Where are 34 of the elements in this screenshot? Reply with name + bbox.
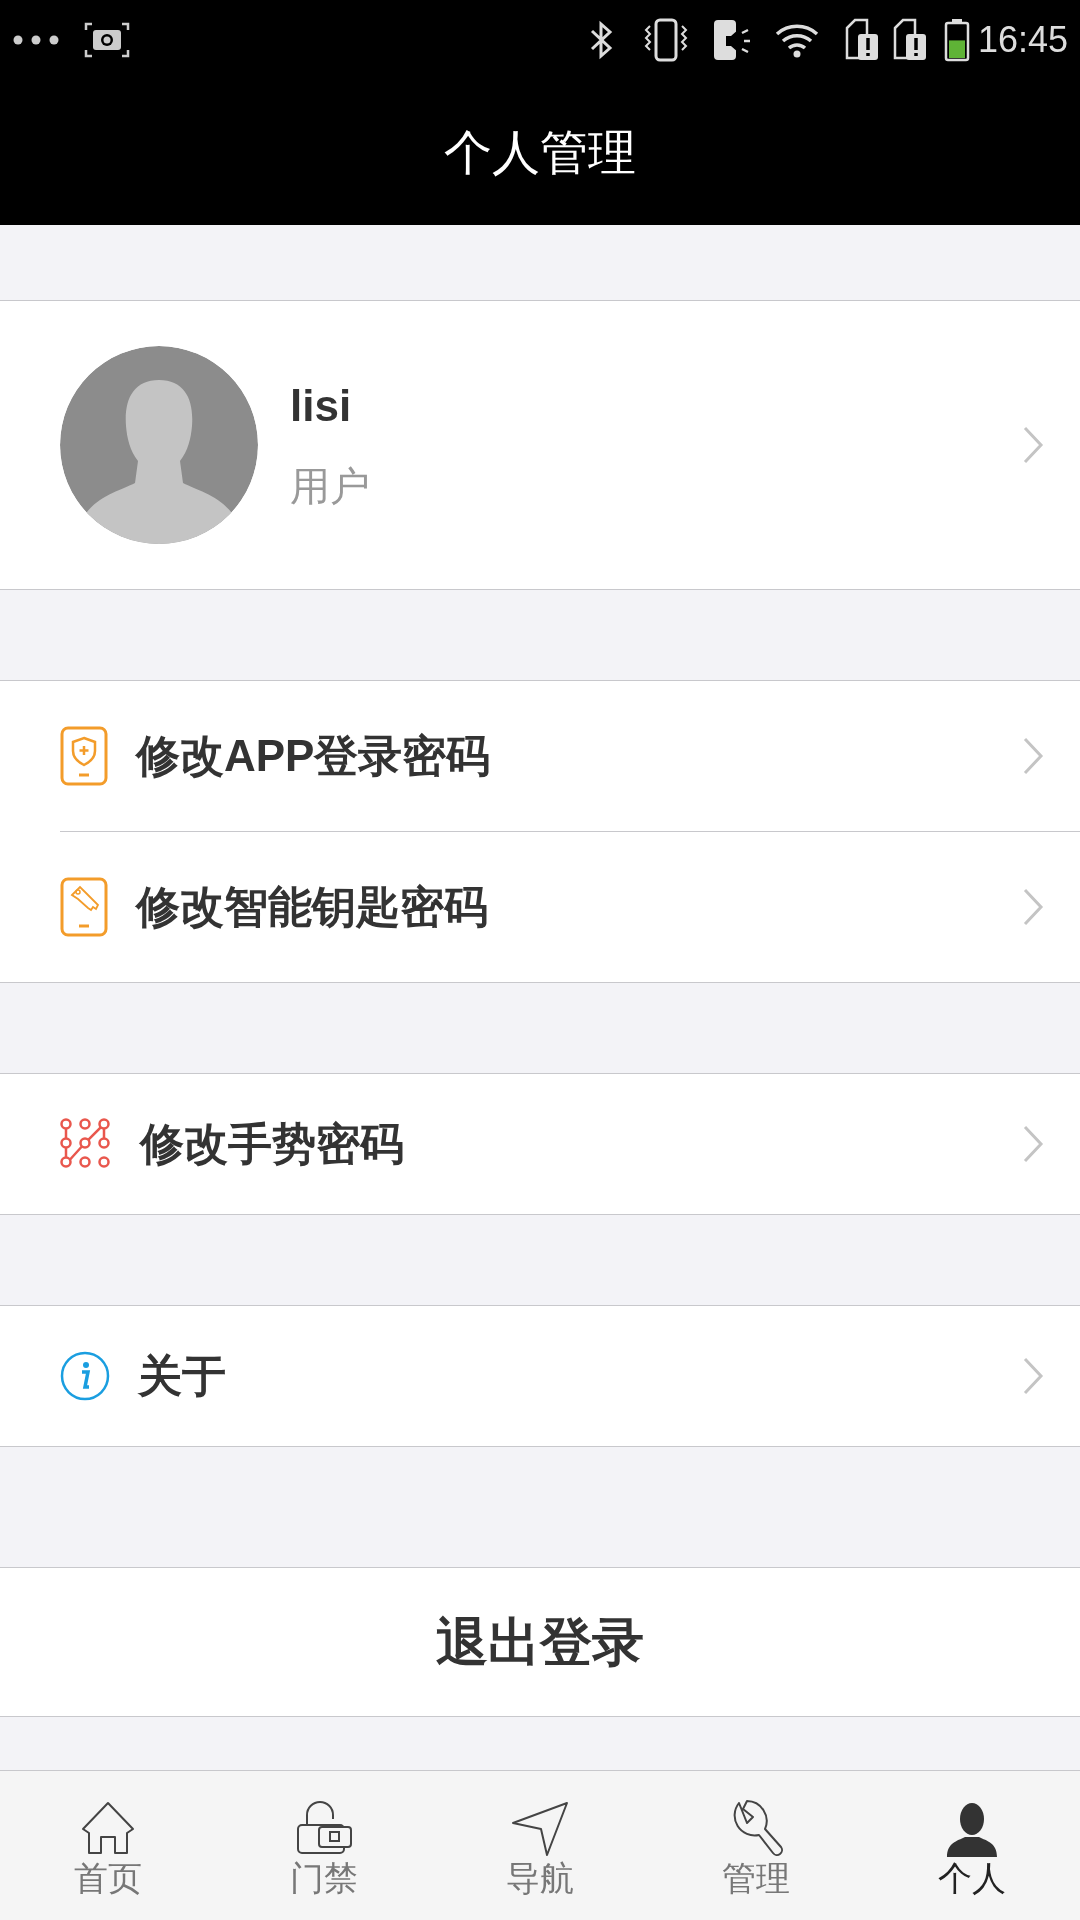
camera-icon <box>84 20 130 60</box>
user-name: lisi <box>290 384 353 428</box>
wifi-icon <box>773 22 820 58</box>
nav-tab[interactable]: 管理 <box>648 1771 864 1920</box>
menu-item[interactable]: 修改手势密码 <box>60 1074 1080 1214</box>
info-icon <box>60 1351 110 1401</box>
key-phone-icon <box>60 877 108 937</box>
menu-item-label: 修改APP登录密码 <box>136 730 492 782</box>
more-dots-icon <box>12 34 60 46</box>
nav-tab[interactable]: 门禁 <box>216 1771 432 1920</box>
chevron-right-icon <box>1022 425 1044 465</box>
sim-card-alert-icon <box>891 18 928 62</box>
battery-icon <box>943 18 970 62</box>
menu-item-label: 关于 <box>138 1350 227 1402</box>
gesture-pattern-icon <box>60 1118 112 1170</box>
menu-item[interactable]: 关于 <box>60 1306 1080 1446</box>
user-role: 用户 <box>290 466 371 506</box>
clock-time: 16:45 <box>977 18 1068 62</box>
nav-tab[interactable]: 首页 <box>0 1771 216 1920</box>
menu-item-label: 修改智能钥匙密码 <box>136 881 489 933</box>
chevron-right-icon <box>1022 1356 1044 1396</box>
chevron-right-icon <box>1022 736 1044 776</box>
nav-tab[interactable]: 导航 <box>432 1771 648 1920</box>
profile-card[interactable]: lisi 用户 <box>0 300 1080 590</box>
shield-phone-icon <box>60 726 108 786</box>
page-title: 个人管理 <box>444 124 636 181</box>
chevron-right-icon <box>1022 887 1044 927</box>
menu-item-label: 修改手势密码 <box>140 1118 405 1170</box>
menu-item[interactable]: 修改APP登录密码 <box>60 681 1080 831</box>
chevron-right-icon <box>1022 1124 1044 1164</box>
sim-card-alert-icon <box>843 18 880 62</box>
logout-button[interactable]: 退出登录 <box>0 1567 1080 1717</box>
nav-tab[interactable]: 个人 <box>864 1771 1080 1920</box>
menu-item[interactable]: 修改智能钥匙密码 <box>60 832 1080 982</box>
